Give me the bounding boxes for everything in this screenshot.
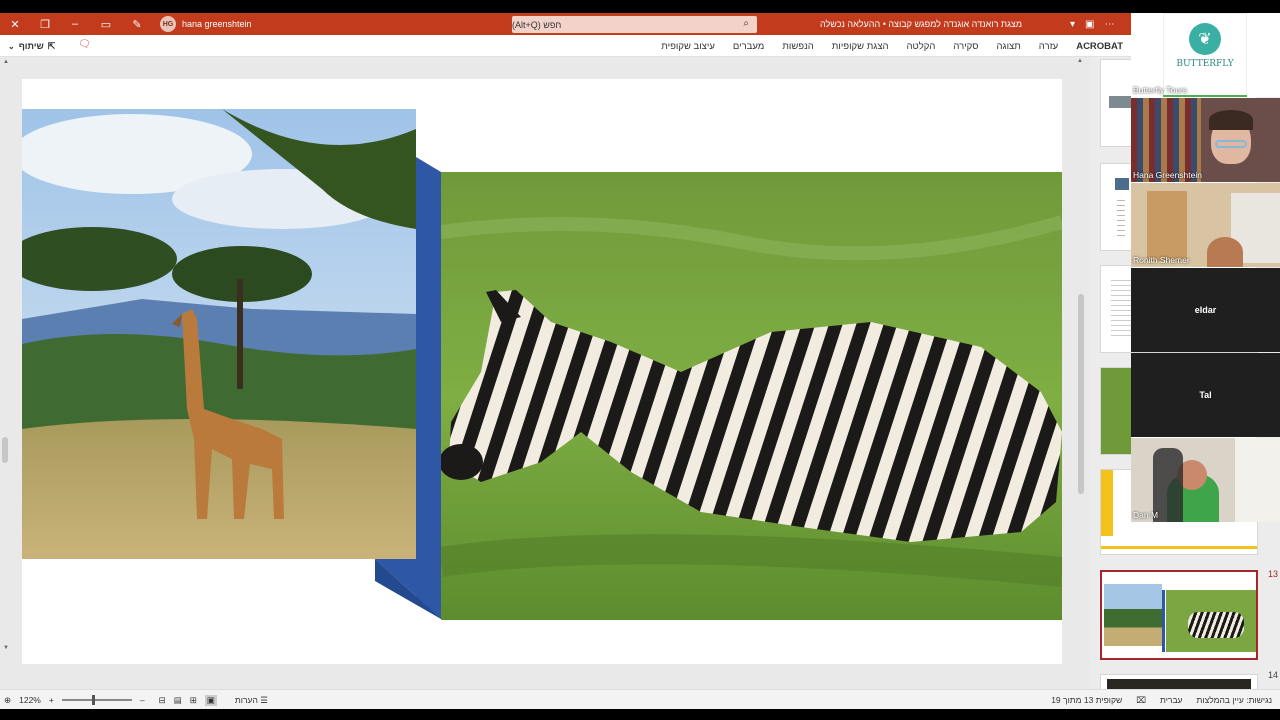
ribbon-tabs: עיצוב שקופית מעברים הנפשות הצגת שקופיות … <box>661 35 1123 57</box>
comments-icon[interactable]: 🗨 <box>78 39 91 50</box>
scroll-up-icon[interactable]: ▲ <box>3 59 9 65</box>
slide-number: 13 <box>1268 569 1279 579</box>
share-icon: ⇱ <box>47 40 56 51</box>
tab-transitions[interactable]: מעברים <box>733 41 764 52</box>
fit-slide-icon[interactable]: ⊕ <box>4 695 11 706</box>
search-icon: ⌕ <box>743 18 749 29</box>
reading-view-icon[interactable]: ▤ <box>174 695 182 706</box>
more-icon[interactable]: ⋯ <box>1104 19 1114 30</box>
participant-tile[interactable]: Dan M <box>1131 438 1280 522</box>
search-placeholder: חפש (Alt+Q) <box>512 19 562 30</box>
tab-review[interactable]: סקירה <box>953 41 978 52</box>
slide-editor[interactable]: ▲ ▼ ▲ <box>0 57 1131 689</box>
participant-name: Butterfly Tours <box>1133 85 1188 95</box>
notes-label: הערות <box>234 694 258 705</box>
participant-tile[interactable]: eldar <box>1131 268 1280 352</box>
left-scrollbar[interactable]: ▲ ▼ <box>0 57 10 689</box>
user-name: hana greenshtein <box>182 19 252 29</box>
minimize-icon[interactable]: – <box>62 13 88 35</box>
scroll-thumb[interactable] <box>1078 294 1084 494</box>
presenter-view-icon[interactable]: ⊟ <box>159 695 166 706</box>
zoom-level[interactable]: 122% <box>19 695 41 705</box>
notes-button[interactable]: הערות ☰ <box>235 695 268 706</box>
participant-name: Tal <box>1199 390 1212 400</box>
accessibility-status[interactable]: נגישות: עיין בהמלצות <box>1197 695 1273 705</box>
chevron-down-icon: ⌄ <box>8 41 15 51</box>
title-bar: ✕ ❐ – ▭ ✎ HG hana greenshtein חפש (Alt+Q… <box>0 13 1131 35</box>
zoom-slider[interactable] <box>61 695 132 705</box>
participant-name: Dan M <box>1133 510 1159 520</box>
participant-tile[interactable]: Ronith Shemer <box>1131 183 1280 267</box>
participant-tile[interactable]: Tal <box>1131 353 1280 437</box>
participant-tile[interactable]: Hana Greenshtein <box>1131 98 1280 182</box>
ribbon-display-icon[interactable]: ▭ <box>93 13 119 35</box>
tab-design[interactable]: עיצוב שקופית <box>661 41 715 52</box>
restore-icon[interactable]: ❐ <box>32 13 58 35</box>
spellcheck-icon[interactable]: ⌧ <box>1136 695 1146 706</box>
share-label: שיתוף <box>18 41 44 51</box>
tab-help[interactable]: עזרה <box>1039 41 1058 52</box>
pen-icon[interactable]: ✎ <box>124 13 150 35</box>
normal-view-icon[interactable]: ▣ <box>204 694 217 706</box>
participant-name: Ronith Shemer <box>1133 255 1190 265</box>
butterfly-logo-icon: ❦ <box>1189 23 1221 55</box>
scroll-down-icon[interactable]: ▼ <box>3 645 9 651</box>
screen-border <box>0 709 1280 720</box>
search-input[interactable]: חפש (Alt+Q) ⌕ <box>512 16 757 33</box>
tab-record[interactable]: הקלטה <box>907 41 936 52</box>
tab-animations[interactable]: הנפשות <box>782 41 813 52</box>
present-icon[interactable]: ▣ <box>1085 19 1094 30</box>
share-button[interactable]: ⌄ שיתוף ⇱ <box>8 39 55 53</box>
slide-thumbnail-current[interactable] <box>1100 570 1258 660</box>
participant-name: Hana Greenshtein <box>1133 170 1202 180</box>
zoom-in-icon[interactable]: + <box>49 695 54 705</box>
tab-view[interactable]: תצוגה <box>997 41 1021 52</box>
current-slide[interactable] <box>22 79 1062 664</box>
language[interactable]: עברית <box>1160 695 1182 705</box>
right-scrollbar[interactable]: ▲ <box>1075 57 1087 689</box>
slide-sorter-icon[interactable]: ⊞ <box>190 695 197 706</box>
logo-text: BUTTERFLY <box>1176 59 1234 69</box>
giraffe-photo[interactable] <box>22 109 416 559</box>
scroll-up-icon[interactable]: ▲ <box>1077 58 1083 64</box>
tab-acrobat[interactable]: ACROBAT <box>1076 41 1123 52</box>
zoom-out-icon[interactable]: – <box>140 695 145 705</box>
zebra-photo[interactable] <box>441 172 1062 620</box>
scroll-thumb[interactable] <box>2 437 8 463</box>
account-button[interactable]: HG hana greenshtein <box>160 13 252 35</box>
tab-slideshow[interactable]: הצגת שקופיות <box>832 41 889 52</box>
slide-counter: שקופית 13 מתוך 19 <box>1051 695 1123 705</box>
participant-name: eldar <box>1194 305 1217 315</box>
avatar: HG <box>160 16 176 32</box>
close-icon[interactable]: ✕ <box>2 13 28 35</box>
powerpoint-window: ✕ ❐ – ▭ ✎ HG hana greenshtein חפש (Alt+Q… <box>0 0 1280 720</box>
ribbon: ⌄ שיתוף ⇱ 🗨 עיצוב שקופית מעברים הנפשות ה… <box>0 35 1131 57</box>
notes-icon: ☰ <box>260 694 268 705</box>
slide-number: 14 <box>1268 670 1279 680</box>
status-bar: ⊕ 122% + – ⊟ ▤ ⊞ ▣ הערות ☰ שקופית 13 מתו… <box>0 689 1280 709</box>
slide-thumbnail[interactable] <box>1100 674 1258 690</box>
document-title[interactable]: מצגת רואנדה אוגנדה למפגש קבוצה • ההעלאה … <box>812 13 1022 35</box>
participant-tile[interactable]: ❦ BUTTERFLY Butterfly Tours <box>1131 13 1280 97</box>
chevron-down-icon[interactable]: ▾ <box>1070 19 1075 30</box>
